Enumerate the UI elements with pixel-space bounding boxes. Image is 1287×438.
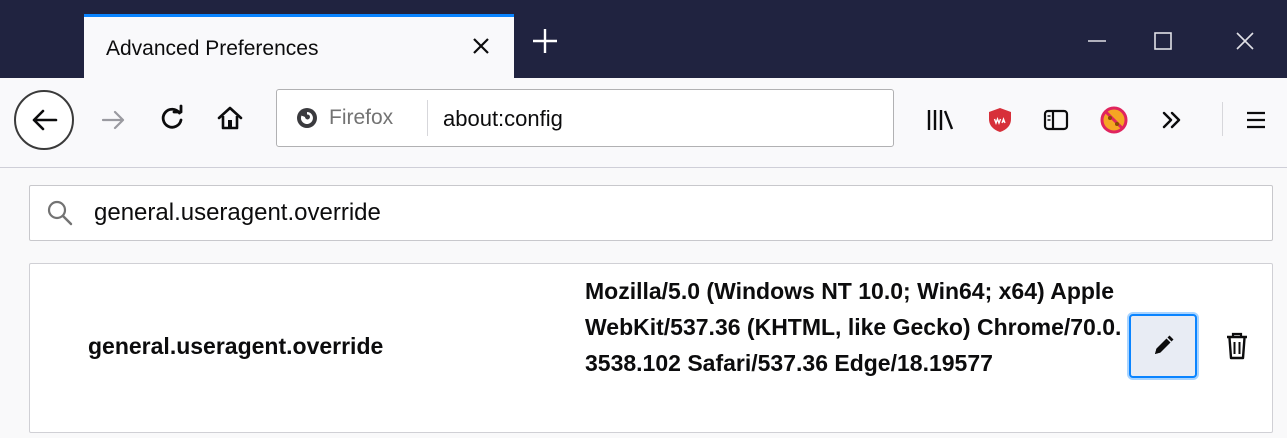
back-button[interactable] (14, 90, 74, 150)
library-icon (927, 110, 954, 130)
blocked-extension-button[interactable] (1092, 98, 1136, 142)
pencil-icon (1155, 335, 1174, 354)
wab-shield-icon (989, 108, 1011, 132)
minimize-icon (1088, 40, 1106, 42)
toolbar-separator (1222, 102, 1223, 136)
delete-button[interactable] (1220, 324, 1254, 368)
forward-icon (101, 110, 125, 130)
search-input[interactable] (92, 194, 1252, 232)
home-icon (217, 106, 243, 130)
trash-icon (1227, 332, 1247, 360)
search-icon (47, 200, 73, 226)
preference-value: Mozilla/5.0 (Windows NT 10.0; Win64; x64… (585, 278, 1122, 376)
maximize-button[interactable] (1140, 22, 1186, 60)
preference-name: general.useragent.override (88, 333, 384, 359)
new-tab-button[interactable] (526, 22, 564, 60)
reload-button[interactable] (150, 96, 194, 140)
close-window-button[interactable] (1222, 22, 1268, 60)
close-tab-button[interactable] (466, 31, 496, 61)
tab-advanced-preferences[interactable]: Advanced Preferences (84, 14, 514, 78)
close-icon (473, 38, 489, 54)
preference-search-box[interactable] (29, 185, 1273, 241)
home-button[interactable] (208, 96, 252, 140)
library-button[interactable] (918, 98, 962, 142)
close-icon (1236, 32, 1254, 50)
sidebar-button[interactable] (1034, 98, 1078, 142)
url-text[interactable]: about:config (443, 106, 563, 132)
menu-icon (1247, 111, 1265, 129)
preference-row: general.useragent.override Mozilla/5.0 (… (29, 263, 1273, 433)
tab-title: Advanced Preferences (106, 37, 319, 60)
main-menu-button[interactable] (1234, 98, 1278, 142)
reload-icon (161, 104, 183, 129)
firefox-logo-icon (297, 108, 317, 128)
blocked-extension-icon (1100, 106, 1128, 134)
overflow-button[interactable] (1150, 98, 1194, 142)
back-icon (32, 109, 58, 131)
minimize-button[interactable] (1074, 22, 1120, 60)
edit-button[interactable] (1129, 314, 1197, 378)
sidebar-icon (1043, 109, 1069, 131)
url-separator (427, 100, 428, 136)
url-bar[interactable]: Firefox about:config (276, 89, 894, 147)
identity-label: Firefox (329, 106, 394, 129)
overflow-icon (1162, 111, 1181, 129)
identity-box[interactable]: Firefox (277, 90, 393, 146)
tab-strip: Advanced Preferences (0, 0, 1287, 78)
maximize-icon (1154, 32, 1172, 50)
wab-extension-button[interactable] (978, 98, 1022, 142)
navigation-toolbar: Firefox about:config (0, 78, 1287, 168)
plus-icon (533, 29, 557, 53)
forward-button[interactable] (92, 98, 136, 142)
about-config-page: general.useragent.override Mozilla/5.0 (… (0, 168, 1287, 438)
